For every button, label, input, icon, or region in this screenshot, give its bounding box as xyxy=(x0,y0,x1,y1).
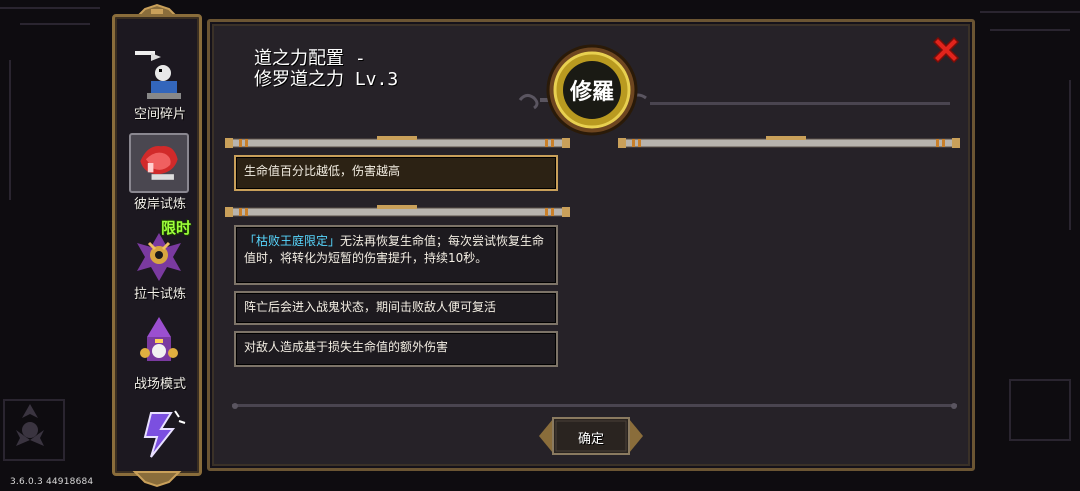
effect-row[interactable]: 「枯败王庭限定」无法再恢复生命值；每次尝试恢复生命值时，将转化为短暂的伤害提升，… xyxy=(234,225,558,285)
sidebar-item-raka-trial[interactable]: 限时 拉卡试炼 xyxy=(123,219,193,307)
section-bar xyxy=(225,205,570,217)
effect-text: 生命值百分比越低，伤害越高 xyxy=(244,164,401,178)
sidebar-item-space-fragment[interactable]: 空间碎片 xyxy=(123,43,193,127)
close-icon[interactable] xyxy=(930,34,962,66)
panel-title: 道之力配置 - 修罗道之力 Lv.3 xyxy=(254,48,398,90)
limited-time-badge: 限时 xyxy=(161,219,192,237)
effect-row[interactable]: 生命值百分比越低，伤害越高 xyxy=(234,155,558,191)
section-bar xyxy=(618,136,960,148)
sidebar-item-shore-trial[interactable]: 彼岸试炼 xyxy=(123,133,193,217)
asura-emblem: 修羅 xyxy=(546,44,638,136)
effect-text: 对敌人造成基于损失生命值的额外伤害 xyxy=(244,340,449,354)
battlefield-mode-icon xyxy=(140,317,178,361)
sidebar-item-label: 空间碎片 xyxy=(133,107,186,122)
sidebar-bottom-ornament xyxy=(132,471,182,488)
sidebar-item-battlefield-mode[interactable]: 战场模式 xyxy=(123,313,193,397)
mode-sidebar: 空间碎片 彼岸试炼 限时 拉卡试炼 战场模式 xyxy=(112,14,202,476)
sidebar-item-label: 彼岸试炼 xyxy=(133,197,186,212)
sidebar-item-label: 拉卡试炼 xyxy=(133,287,186,302)
sidebar-item-label: 战场模式 xyxy=(133,377,186,392)
section-bar xyxy=(225,136,570,148)
panel-title-line1: 道之力配置 - xyxy=(254,48,366,69)
effect-row[interactable]: 对敌人造成基于损失生命值的额外伤害 xyxy=(234,331,558,367)
effect-tag: 「枯败王庭限定」 xyxy=(244,234,341,248)
emblem-text: 修羅 xyxy=(569,79,614,105)
version-text: 3.6.0.3 44918684 xyxy=(10,477,94,487)
bottom-divider xyxy=(232,403,957,409)
lightning-icon xyxy=(143,410,186,458)
effect-text: 阵亡后会进入战鬼状态，期间击败敌人便可复活 xyxy=(244,300,497,314)
effect-row[interactable]: 阵亡后会进入战鬼状态，期间击败敌人便可复活 xyxy=(234,291,558,325)
space-fragment-icon xyxy=(135,51,181,99)
confirm-button[interactable] xyxy=(539,415,643,457)
shore-trial-icon xyxy=(129,133,189,193)
panel-title-line2: 修罗道之力 Lv.3 xyxy=(254,69,399,90)
